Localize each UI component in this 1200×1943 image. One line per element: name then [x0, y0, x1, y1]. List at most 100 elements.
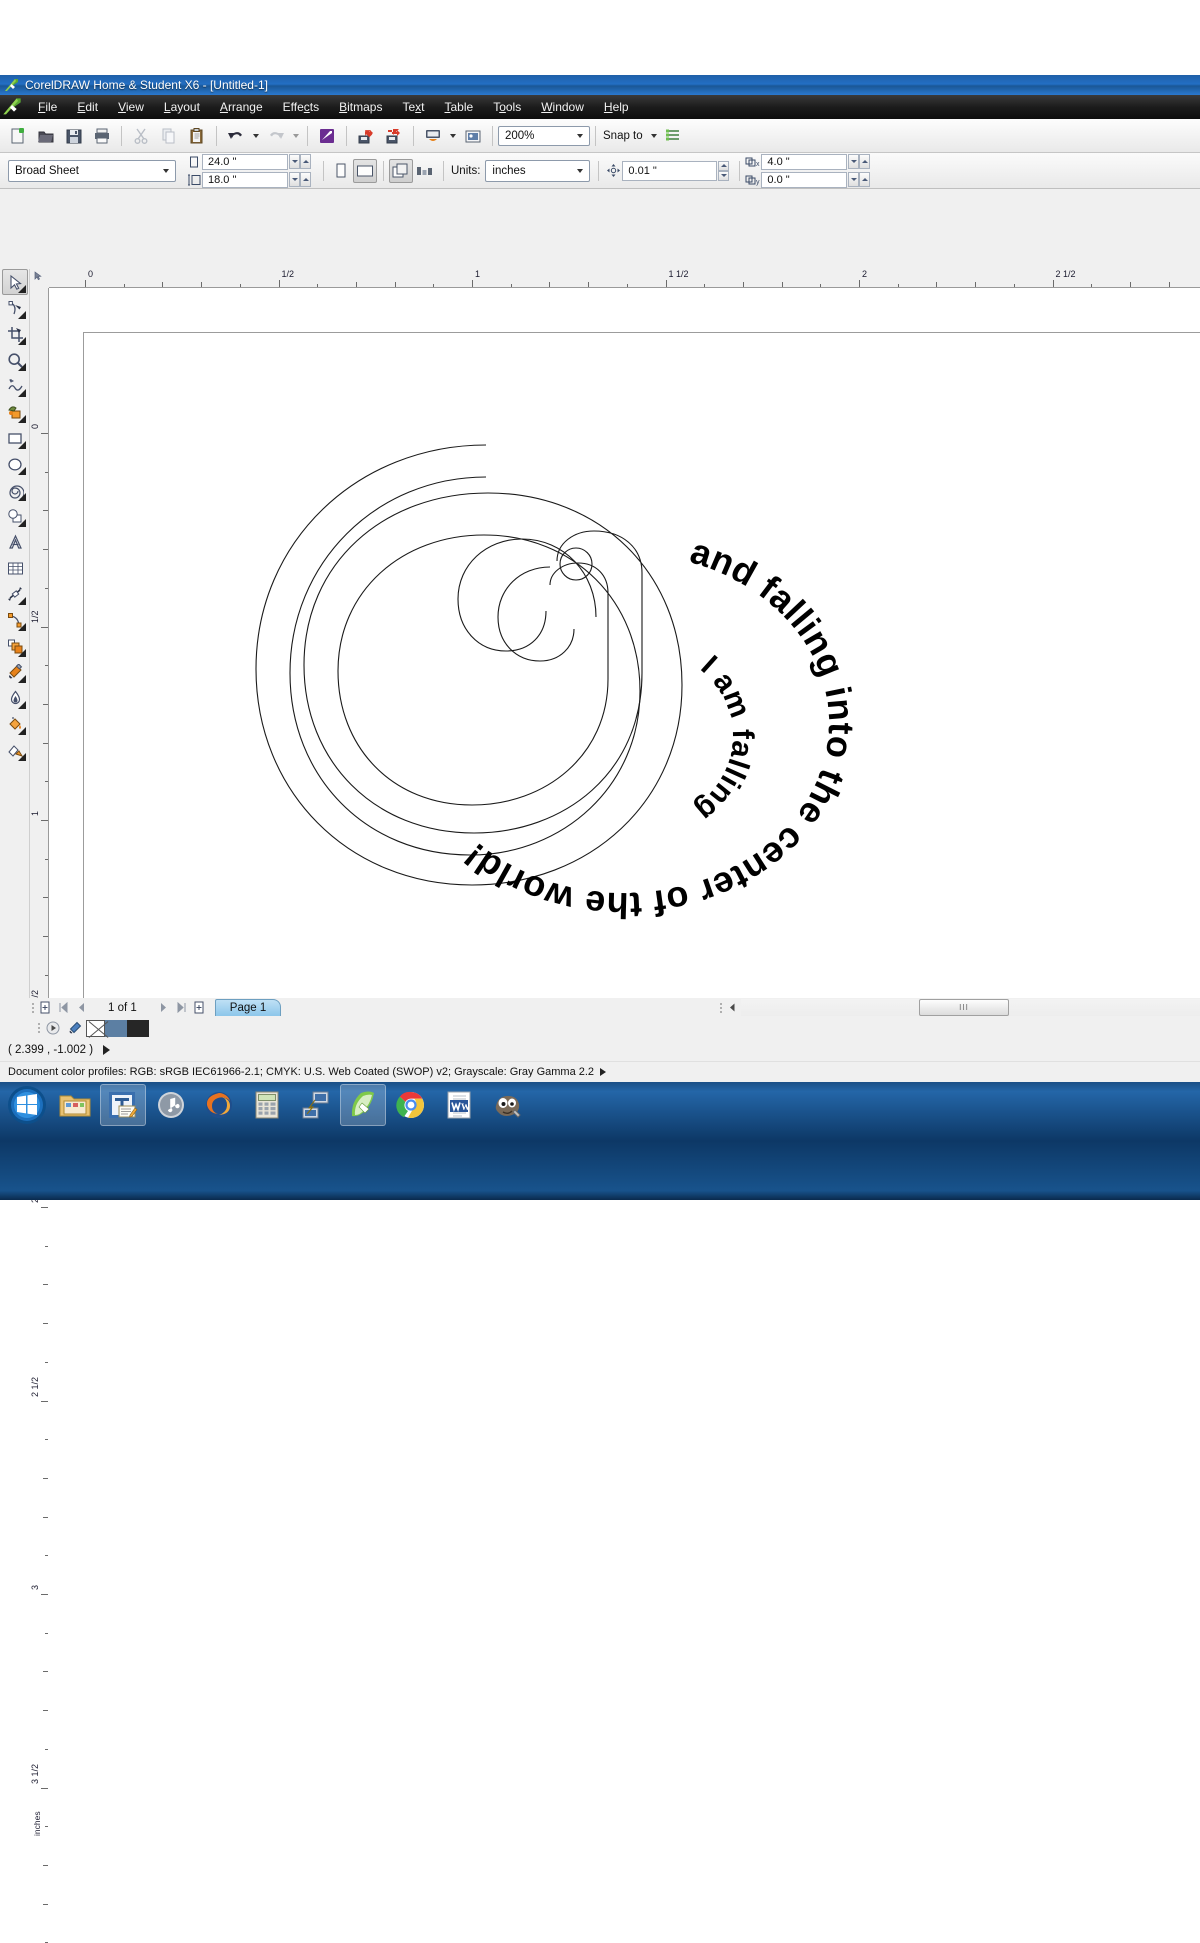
calculator-icon[interactable]	[244, 1084, 290, 1126]
nudge-decrement[interactable]	[718, 170, 730, 181]
snap-to-dropdown-icon[interactable]	[648, 123, 660, 149]
windows-explorer-icon[interactable]	[52, 1084, 98, 1126]
start-orb-icon[interactable]	[4, 1084, 50, 1126]
page-width-increment[interactable]	[300, 154, 311, 169]
ellipse-tool[interactable]	[2, 451, 28, 477]
navigate-icon[interactable]	[42, 1020, 64, 1037]
menu-window[interactable]: Window	[531, 97, 594, 117]
color-profile-expand-icon[interactable]	[600, 1068, 607, 1076]
options-icon[interactable]	[660, 123, 688, 149]
connector-tool[interactable]	[2, 607, 28, 633]
coreldraw-icon[interactable]	[340, 1084, 386, 1126]
duplicate-y-increment[interactable]	[859, 172, 871, 187]
add-page-start-button[interactable]	[36, 999, 54, 1016]
page-preset-dropdown-icon[interactable]	[158, 163, 173, 179]
fill-tool[interactable]	[2, 711, 28, 737]
pick-tool[interactable]	[2, 269, 28, 295]
shape-tool[interactable]	[2, 295, 28, 321]
menu-file[interactable]: File	[28, 97, 67, 117]
zoom-dropdown-icon[interactable]	[572, 128, 587, 144]
status-expand-icon[interactable]	[103, 1045, 111, 1055]
page-height-field[interactable]: 18.0 "	[202, 171, 288, 188]
page-tab-1[interactable]: Page 1	[214, 999, 282, 1016]
ruler-origin-corner[interactable]	[30, 269, 49, 288]
page-height-increment[interactable]	[300, 172, 311, 187]
duplicate-y-decrement[interactable]	[848, 172, 860, 187]
basic-shapes-tool[interactable]	[2, 503, 28, 529]
redo-dropdown-icon[interactable]	[290, 123, 302, 149]
page-height-decrement[interactable]	[289, 172, 300, 187]
vertical-ruler[interactable]: 01/211 1/222 1/233 1/2inches	[30, 288, 49, 1943]
menu-table[interactable]: Table	[435, 97, 484, 117]
zoom-level-combo[interactable]: 200%	[498, 125, 590, 146]
fill-color-swatch[interactable]	[127, 1019, 149, 1037]
itunes-icon[interactable]	[148, 1084, 194, 1126]
menu-text[interactable]: Text	[392, 97, 434, 117]
interactive-fill-tool[interactable]	[2, 737, 28, 763]
page-preset-combo[interactable]: Broad Sheet	[8, 159, 176, 182]
smart-fill-tool[interactable]	[2, 399, 28, 425]
publish-pdf-icon[interactable]	[419, 123, 447, 149]
paste-icon[interactable]	[183, 123, 211, 149]
firefox-icon[interactable]	[196, 1084, 242, 1126]
menu-view[interactable]: View	[108, 97, 154, 117]
search-content-icon[interactable]	[313, 123, 341, 149]
blend-tool[interactable]	[2, 633, 28, 659]
duplicate-x-decrement[interactable]	[848, 154, 860, 169]
drawing-canvas[interactable]: and falling into the center of the world…	[49, 288, 1200, 998]
menu-arrange[interactable]: Arrange	[210, 97, 273, 117]
orientation-landscape-icon[interactable]	[353, 158, 377, 183]
word-icon[interactable]: W	[436, 1084, 482, 1126]
add-page-end-button[interactable]	[191, 999, 209, 1016]
duplicate-y-field[interactable]: 0.0 "	[761, 171, 848, 188]
horizontal-ruler[interactable]: 01/211 1/222 1/233 1/244 1/255 1/2	[30, 269, 1200, 288]
menu-bitmaps[interactable]: Bitmaps	[329, 97, 392, 117]
zoom-tool[interactable]	[2, 347, 28, 373]
scrollbar-track[interactable]: III	[741, 999, 1200, 1016]
print-icon[interactable]	[88, 123, 116, 149]
dimension-tool[interactable]	[2, 581, 28, 607]
current-page-icon[interactable]	[413, 159, 437, 183]
page-width-field[interactable]: 24.0 "	[202, 153, 288, 170]
menu-edit[interactable]: Edit	[67, 97, 108, 117]
publish-dropdown-icon[interactable]	[447, 123, 459, 149]
previous-page-button[interactable]	[72, 999, 90, 1016]
nudge-increment[interactable]	[718, 160, 730, 171]
duplicate-x-increment[interactable]	[859, 154, 871, 169]
export-icon[interactable]	[380, 123, 408, 149]
units-dropdown-icon[interactable]	[572, 163, 587, 179]
menu-help[interactable]: Help	[594, 97, 639, 117]
color-eyedropper-tool[interactable]	[2, 659, 28, 685]
open-icon[interactable]	[32, 123, 60, 149]
orientation-portrait-icon[interactable]	[329, 159, 353, 183]
first-page-button[interactable]	[54, 999, 72, 1016]
text-editor-icon[interactable]	[100, 1084, 146, 1126]
freehand-tool[interactable]	[2, 373, 28, 399]
menu-tools[interactable]: Tools	[483, 97, 531, 117]
units-combo[interactable]: inches	[485, 159, 591, 182]
all-pages-icon[interactable]	[389, 158, 413, 183]
horizontal-scrollbar[interactable]: III	[718, 998, 1200, 1017]
text-tool[interactable]	[2, 529, 28, 555]
nudge-field[interactable]: 0.01 "	[622, 160, 718, 181]
polygon-spiral-tool[interactable]	[2, 477, 28, 503]
eyedropper-icon[interactable]	[64, 1020, 86, 1037]
menu-effects[interactable]: Effects	[273, 97, 329, 117]
next-page-button[interactable]	[155, 999, 173, 1016]
application-launcher-icon[interactable]	[459, 123, 487, 149]
no-color-icon[interactable]	[86, 1019, 105, 1037]
new-icon[interactable]	[4, 123, 32, 149]
menu-layout[interactable]: Layout	[154, 97, 210, 117]
import-icon[interactable]	[352, 123, 380, 149]
save-icon[interactable]	[60, 123, 88, 149]
chrome-icon[interactable]	[388, 1084, 434, 1126]
rectangle-tool[interactable]	[2, 425, 28, 451]
table-tool[interactable]	[2, 555, 28, 581]
last-page-button[interactable]	[173, 999, 191, 1016]
scrollbar-thumb[interactable]: III	[919, 999, 1009, 1016]
undo-dropdown-icon[interactable]	[250, 123, 262, 149]
gimp-icon[interactable]	[484, 1084, 530, 1126]
page-width-decrement[interactable]	[289, 154, 300, 169]
outline-tool[interactable]	[2, 685, 28, 711]
scroll-left-icon[interactable]	[724, 999, 741, 1016]
